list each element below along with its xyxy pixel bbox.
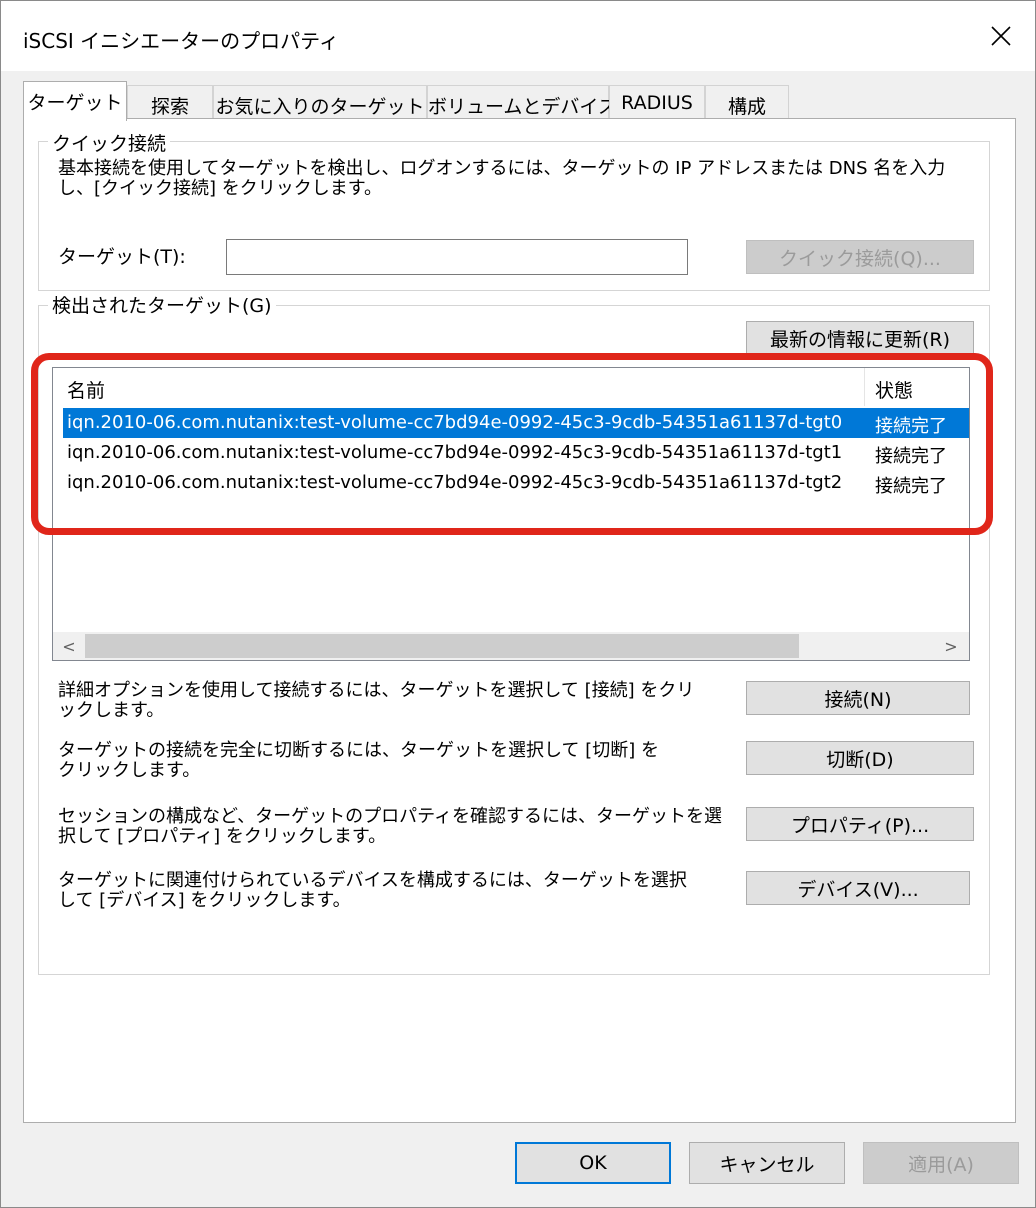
tab-discovery[interactable]: 探索: [127, 85, 213, 119]
tab-radius[interactable]: RADIUS: [609, 85, 705, 119]
tab-favorite-targets[interactable]: お気に入りのターゲット: [213, 85, 427, 119]
target-status: 接続完了: [875, 446, 947, 467]
refresh-button[interactable]: 最新の情報に更新(R): [746, 321, 974, 355]
quick-connect-label: クイック接続: [48, 129, 171, 156]
connect-button[interactable]: 接続(N): [746, 681, 970, 715]
quick-connect-button[interactable]: クイック接続(Q)...: [746, 240, 974, 274]
close-icon: [991, 26, 1011, 46]
scroll-right-icon[interactable]: >: [939, 634, 963, 658]
target-status: 接続完了: [875, 476, 947, 497]
apply-button[interactable]: 適用(A): [863, 1142, 1019, 1184]
quick-connect-description-2: し、[クイック接続] をクリックします。: [58, 178, 382, 199]
ok-button[interactable]: OK: [515, 1142, 671, 1184]
target-name: iqn.2010-06.com.nutanix:test-volume-cc7b…: [67, 442, 843, 463]
devices-button[interactable]: デバイス(V)...: [746, 871, 970, 905]
quick-connect-description-1: 基本接続を使用してターゲットを検出し、ログオンするには、ターゲットの IP アド…: [58, 158, 946, 179]
close-button[interactable]: [969, 7, 1033, 65]
target-input[interactable]: [226, 239, 688, 275]
tab-volumes-devices[interactable]: ボリュームとデバイス: [427, 85, 617, 119]
connect-description-1: 詳細オプションを使用して接続するには、ターゲットを選択して [接続] をクリ: [58, 680, 695, 701]
iscsi-properties-dialog: iSCSI イニシエーターのプロパティ ターゲット 探索 お気に入りのターゲット…: [0, 0, 1036, 1208]
column-header-status[interactable]: 状態: [865, 368, 969, 406]
target-name: iqn.2010-06.com.nutanix:test-volume-cc7b…: [67, 412, 843, 433]
table-row[interactable]: iqn.2010-06.com.nutanix:test-volume-cc7b…: [53, 438, 969, 468]
window-title: iSCSI イニシエーターのプロパティ: [23, 29, 339, 53]
disconnect-button[interactable]: 切断(D): [746, 741, 974, 775]
targets-tab-panel: クイック接続 基本接続を使用してターゲットを検出し、ログオンするには、ターゲット…: [23, 118, 1016, 1123]
targets-list: 名前 状態 iqn.2010-06.com.nutanix:test-volum…: [52, 367, 970, 661]
title-bar: iSCSI イニシエーターのプロパティ: [1, 1, 1035, 71]
properties-description-1: セッションの構成など、ターゲットのプロパティを確認するには、ターゲットを選: [58, 806, 723, 827]
target-status: 接続完了: [875, 416, 947, 437]
devices-description-1: ターゲットに関連付けられているデバイスを構成するには、ターゲットを選択: [58, 870, 687, 891]
properties-description-2: 択して [プロパティ] をクリックします。: [58, 826, 387, 847]
properties-button[interactable]: プロパティ(P)...: [746, 807, 974, 841]
target-name: iqn.2010-06.com.nutanix:test-volume-cc7b…: [67, 472, 843, 493]
tab-configuration[interactable]: 構成: [705, 85, 789, 119]
horizontal-scrollbar[interactable]: < >: [53, 632, 969, 660]
tab-targets[interactable]: ターゲット: [23, 81, 127, 121]
target-field-label: ターゲット(T):: [58, 246, 186, 268]
scroll-left-icon[interactable]: <: [57, 634, 81, 658]
table-row[interactable]: iqn.2010-06.com.nutanix:test-volume-cc7b…: [53, 468, 969, 498]
disconnect-description-1: ターゲットの接続を完全に切断するには、ターゲットを選択して [切断] を: [58, 740, 659, 761]
column-header-name[interactable]: 名前: [53, 368, 863, 406]
cancel-button[interactable]: キャンセル: [689, 1142, 845, 1184]
table-row[interactable]: iqn.2010-06.com.nutanix:test-volume-cc7b…: [53, 408, 969, 438]
connect-description-2: ックします。: [58, 700, 165, 721]
disconnect-description-2: クリックします。: [58, 760, 201, 781]
scrollbar-thumb[interactable]: [85, 634, 799, 658]
discovered-targets-label: 検出されたターゲット(G): [48, 291, 276, 318]
list-header: 名前 状態: [53, 368, 969, 406]
devices-description-2: して [デバイス] をクリックします。: [58, 890, 351, 911]
